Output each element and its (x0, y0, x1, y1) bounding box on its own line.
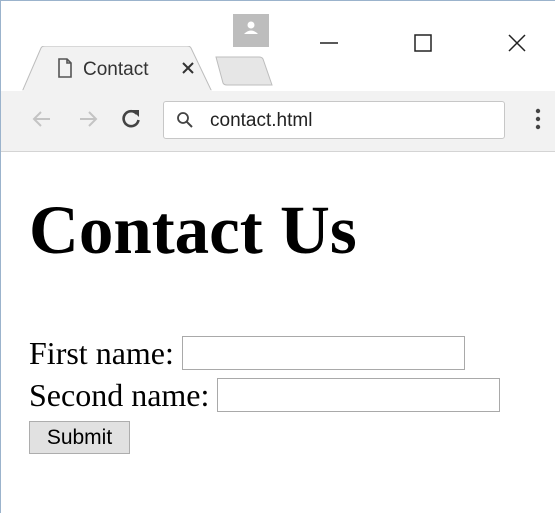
first-name-row: First name: (29, 333, 465, 370)
reload-button[interactable] (116, 101, 146, 141)
document-icon (57, 58, 73, 83)
tab-close-icon[interactable] (177, 57, 199, 79)
new-tab-button[interactable] (215, 56, 273, 91)
address-bar-text[interactable]: contact.html (210, 110, 312, 132)
browser-menu-button[interactable] (525, 103, 551, 139)
page-content: Contact Us First name: Second name: Subm… (1, 152, 555, 514)
page-title: Contact Us (29, 192, 357, 268)
first-name-label: First name: (29, 334, 174, 371)
second-name-label: Second name: (29, 376, 210, 413)
minimize-icon (319, 33, 339, 58)
maximize-button[interactable] (400, 23, 446, 67)
arrow-right-icon (78, 109, 98, 134)
tab-strip: Contact (1, 1, 555, 92)
browser-toolbar: contact.html (1, 91, 555, 152)
more-vertical-icon (535, 108, 541, 135)
arrow-left-icon (32, 109, 52, 134)
search-icon (176, 111, 194, 134)
close-icon (507, 33, 527, 58)
profile-button[interactable] (233, 14, 269, 47)
second-name-row: Second name: (29, 375, 501, 413)
first-name-field[interactable] (181, 335, 465, 370)
back-button[interactable] (27, 101, 57, 141)
minimize-button[interactable] (306, 23, 352, 67)
tab-title: Contact (83, 59, 149, 80)
submit-button[interactable]: Submit (29, 421, 130, 454)
second-name-field[interactable] (217, 377, 501, 412)
address-bar[interactable]: contact.html (163, 101, 505, 139)
browser-window: Contact contact.html Contact Us First na… (0, 0, 555, 514)
tab-contact[interactable]: Contact (21, 46, 213, 92)
maximize-icon (413, 33, 433, 58)
person-icon (243, 21, 259, 40)
forward-button[interactable] (73, 101, 103, 141)
close-window-button[interactable] (494, 23, 540, 67)
reload-icon (120, 108, 142, 135)
